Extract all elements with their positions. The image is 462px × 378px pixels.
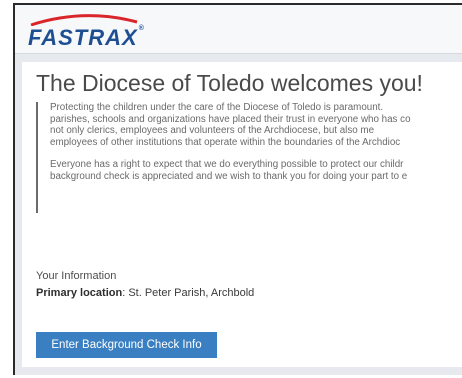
primary-location: Primary location: St. Peter Parish, Arch… bbox=[36, 287, 254, 299]
welcome-message: Protecting the children under the care o… bbox=[36, 102, 462, 213]
message-line: Everyone has a right to expect that we d… bbox=[50, 159, 404, 170]
page-title: The Diocese of Toledo welcomes you! bbox=[36, 70, 423, 96]
your-information-heading: Your Information bbox=[36, 270, 117, 282]
logo-text: FASTRAX bbox=[28, 25, 138, 50]
message-line: background check is appreciated and we w… bbox=[50, 170, 408, 182]
primary-location-value: : St. Peter Parish, Archbold bbox=[122, 287, 255, 299]
message-line: not only clerics, employees and voluntee… bbox=[50, 125, 375, 136]
message-line: employees of other institutions that ope… bbox=[50, 136, 401, 148]
primary-location-label: Primary location bbox=[36, 287, 123, 299]
app-window: FASTRAX® The Diocese of Toledo welcomes … bbox=[13, 3, 462, 375]
welcome-card: The Diocese of Toledo welcomes you! Prot… bbox=[22, 62, 462, 367]
enter-background-check-button[interactable]: Enter Background Check Info bbox=[36, 332, 217, 358]
logo-swoosh-icon bbox=[30, 14, 138, 26]
logo-trademark: ® bbox=[138, 25, 145, 32]
message-paragraph-2: Everyone has a right to expect that we d… bbox=[50, 159, 462, 182]
fastrax-logo[interactable]: FASTRAX® bbox=[28, 25, 145, 51]
header-bar: FASTRAX® bbox=[15, 5, 462, 54]
message-line: parishes, schools and organizations have… bbox=[50, 113, 411, 125]
message-paragraph-1: Protecting the children under the care o… bbox=[50, 102, 462, 148]
message-line: Protecting the children under the care o… bbox=[50, 102, 384, 113]
